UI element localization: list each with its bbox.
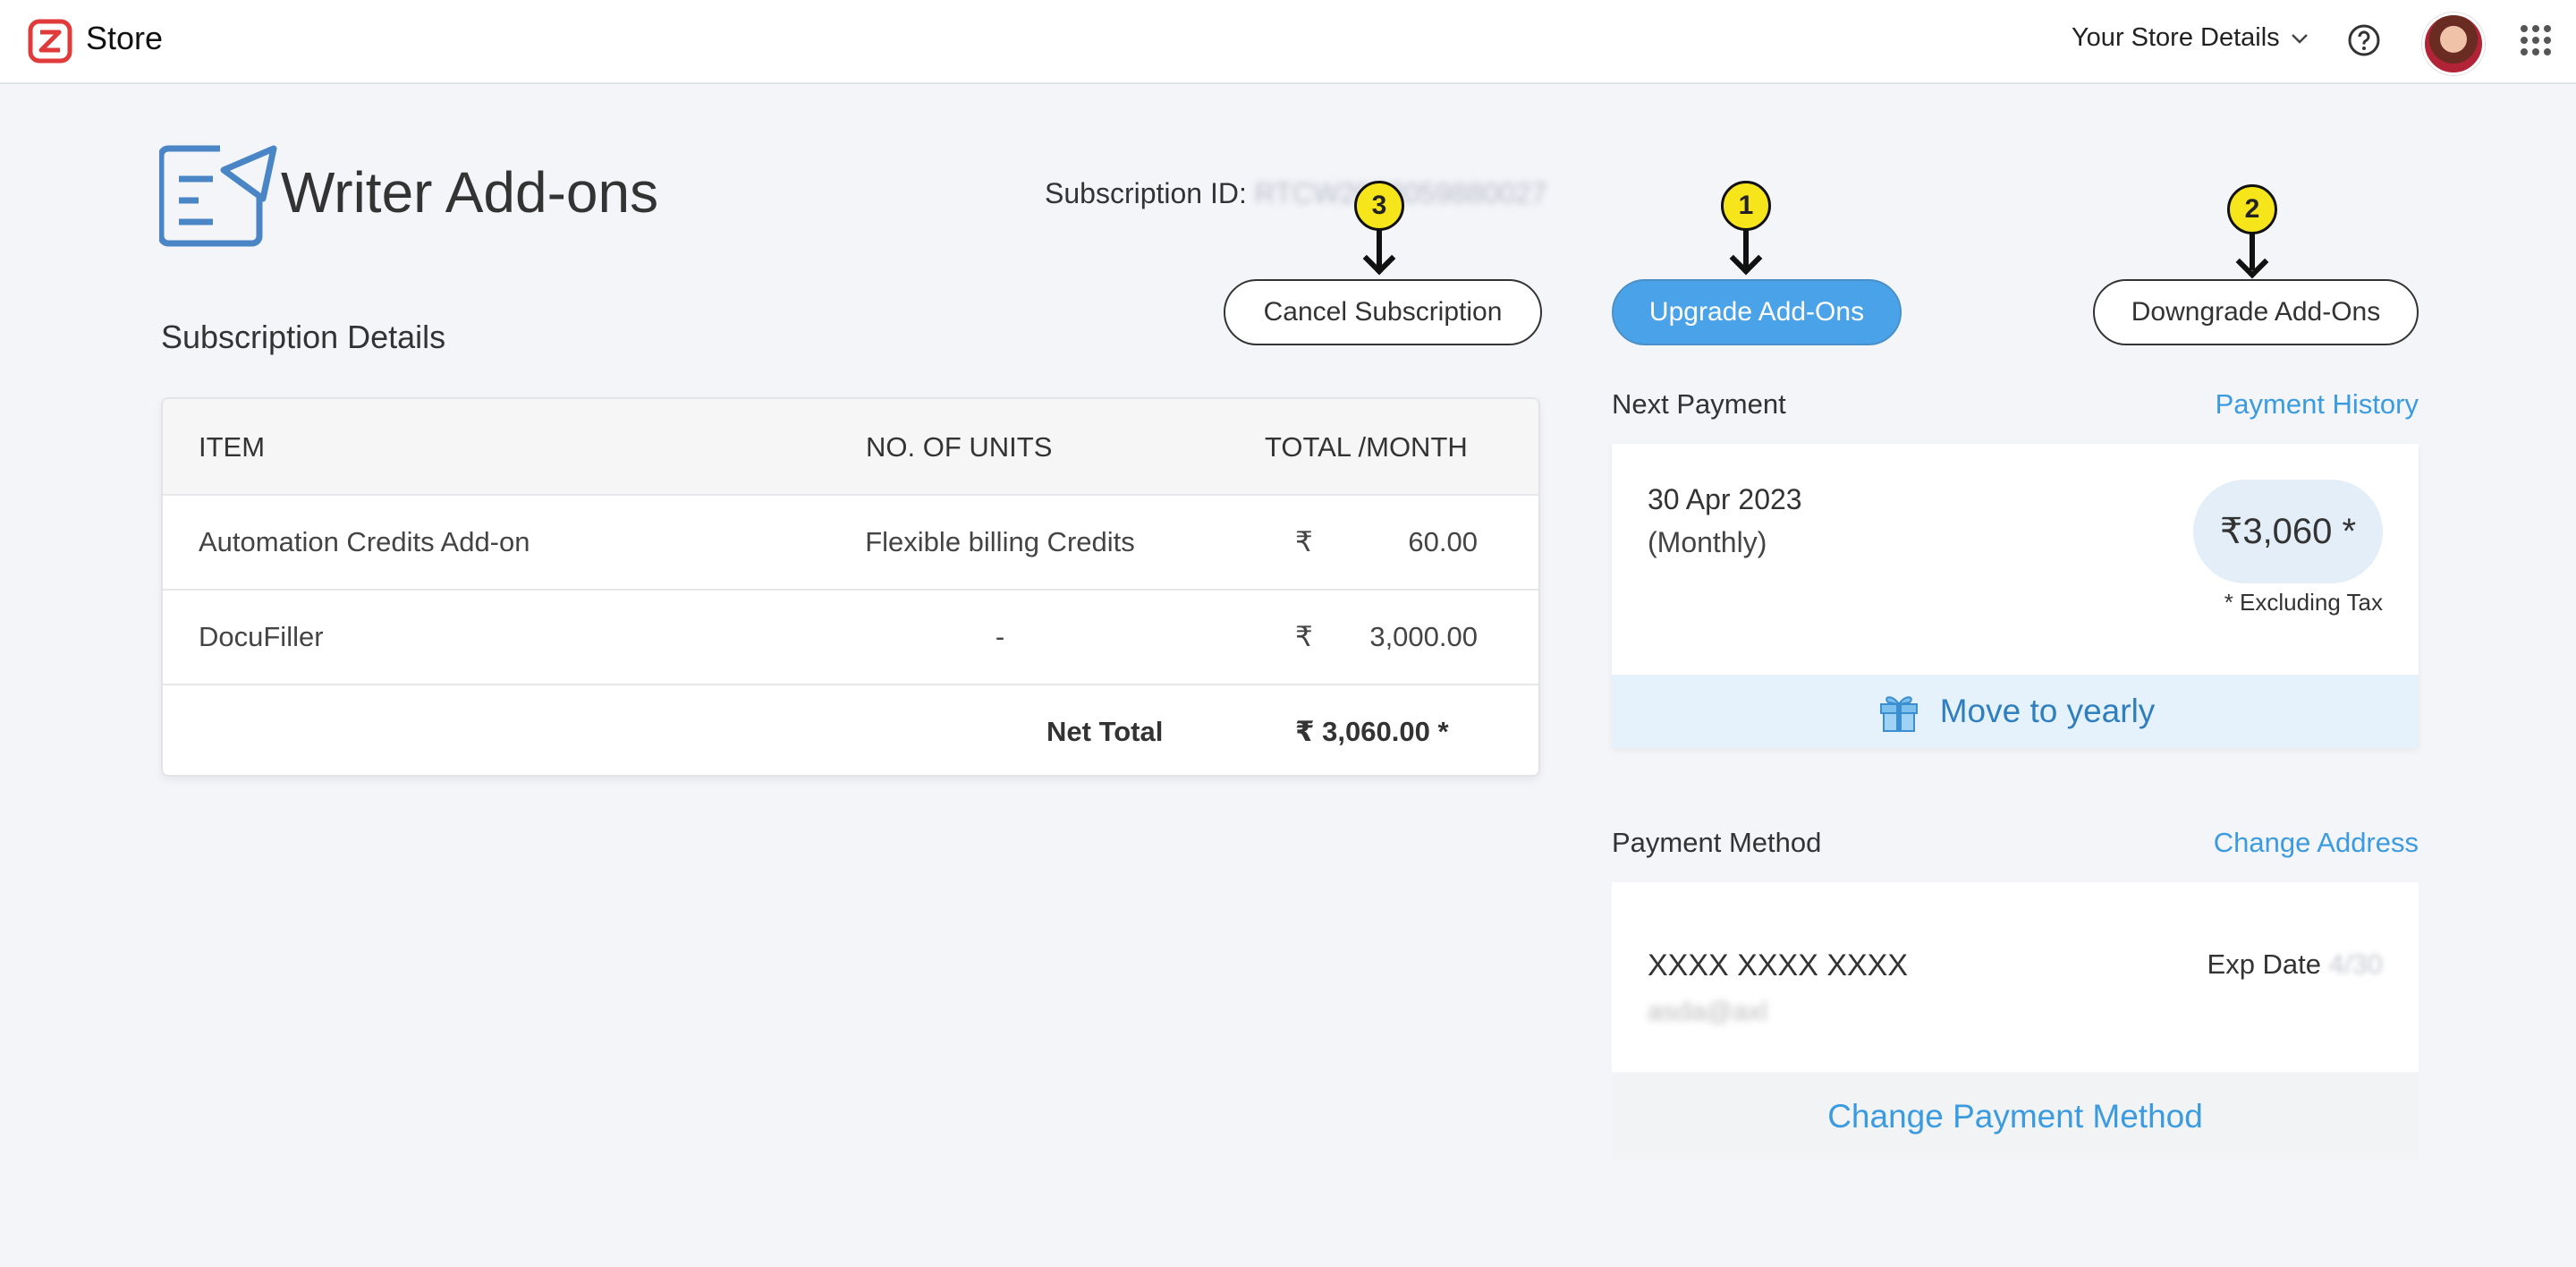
payment-history-link[interactable]: Payment History (2216, 388, 2419, 421)
table-row: DocuFiller - ₹ 3,000.00 (163, 589, 1538, 685)
expiry-date-value: 4/30 (2328, 948, 2383, 980)
upgrade-addons-button[interactable]: Upgrade Add-Ons (1612, 279, 1902, 345)
net-total-label: Net Total (1046, 716, 1164, 747)
next-payment-frequency: (Monthly) (1648, 526, 1767, 558)
next-payment-date: 30 Apr 2023 (1648, 483, 1802, 515)
table-header: ITEM NO. OF UNITS TOTAL /MONTH (163, 399, 1538, 494)
net-total-value: ₹ 3,060.00 * (1295, 716, 1449, 747)
table-row: Automation Credits Add-on Flexible billi… (163, 494, 1538, 591)
app-name[interactable]: Store (86, 20, 163, 57)
tax-note: * Excluding Tax (2224, 589, 2383, 616)
payment-method-card: XXXX XXXX XXXX asda@axl Exp Date 4/30 (1612, 882, 2419, 1072)
row-currency: ₹ (1295, 621, 1313, 652)
row-total-value: 60.00 (1408, 526, 1478, 557)
subscription-table: ITEM NO. OF UNITS TOTAL /MONTH Automatio… (161, 397, 1540, 777)
page-title: Writer Add-ons (281, 160, 659, 225)
row-total: 60.00 (1335, 526, 1538, 558)
move-to-yearly-button[interactable]: Move to yearly (1612, 675, 2419, 748)
zoho-store-logo-icon[interactable] (25, 16, 75, 66)
top-bar: Store Your Store Details (0, 0, 2576, 84)
column-header-item: ITEM (199, 431, 266, 463)
store-details-label: Your Store Details (2072, 23, 2280, 52)
expiry-date: Exp Date 4/30 (2207, 948, 2383, 981)
writer-icon (159, 145, 277, 247)
help-icon[interactable] (2347, 23, 2381, 57)
payment-method-label: Payment Method (1612, 827, 1822, 858)
gift-icon (1879, 696, 1918, 732)
next-payment-label: Next Payment (1612, 388, 1786, 420)
row-item: DocuFiller (199, 621, 324, 652)
marker-1: 1 (1721, 181, 1771, 231)
marker-3: 3 (1354, 181, 1404, 231)
avatar[interactable] (2422, 13, 2485, 75)
marker-2-arrowhead (2235, 245, 2269, 279)
change-address-link[interactable]: Change Address (2214, 827, 2419, 859)
marker-2: 2 (2227, 184, 2277, 234)
chevron-down-icon (2291, 33, 2308, 44)
subscription-id-label: Subscription ID: (1045, 177, 1247, 209)
card-number: XXXX XXXX XXXX (1648, 948, 1909, 982)
downgrade-addons-button[interactable]: Downgrade Add-Ons (2093, 279, 2419, 345)
net-total-row: Net Total ₹ 3,060.00 * (163, 684, 1538, 775)
marker-3-arrowhead (1362, 242, 1396, 276)
card-email: asda@axl (1648, 997, 1767, 1026)
apps-grid-icon[interactable] (2521, 25, 2551, 55)
column-header-units: NO. OF UNITS (866, 431, 1053, 463)
subscription-details-title: Subscription Details (161, 319, 446, 355)
expiry-date-label: Exp Date (2207, 948, 2322, 980)
cancel-subscription-button[interactable]: Cancel Subscription (1224, 279, 1542, 345)
change-payment-method-button[interactable]: Change Payment Method (1612, 1074, 2419, 1160)
move-to-yearly-label: Move to yearly (1939, 693, 2156, 729)
row-units: Flexible billing Credits (865, 526, 1135, 557)
marker-1-arrowhead (1729, 242, 1763, 276)
row-item: Automation Credits Add-on (199, 526, 530, 557)
store-details-dropdown[interactable]: Your Store Details (2072, 23, 2310, 53)
next-payment-amount: ₹3,060 * (2193, 480, 2383, 583)
row-currency: ₹ (1295, 526, 1313, 557)
row-total: 3,000.00 (1335, 621, 1538, 653)
row-units: - (995, 621, 1005, 652)
column-header-total: TOTAL /MONTH (1265, 431, 1468, 463)
subscription-id: Subscription ID: RTCW2023059880027 (1045, 177, 1547, 210)
next-payment-card: 30 Apr 2023 (Monthly) ₹3,060 * * Excludi… (1612, 444, 2419, 748)
row-total-value: 3,000.00 (1369, 621, 1478, 652)
